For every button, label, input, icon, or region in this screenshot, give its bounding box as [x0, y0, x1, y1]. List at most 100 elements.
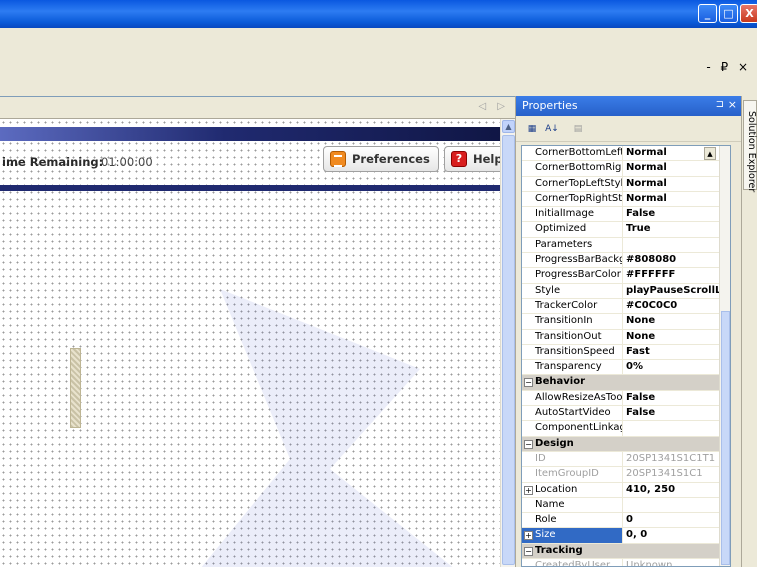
property-name: Parameters [522, 237, 623, 253]
property-value[interactable]: None [623, 314, 730, 328]
property-row[interactable]: + Size 0, 0 [522, 528, 730, 544]
property-row[interactable]: CreatedByUser Unknown [522, 559, 730, 566]
property-value[interactable]: False [623, 207, 730, 221]
property-row[interactable]: ProgressBarColor #FFFFFF [522, 268, 730, 284]
expand-icon[interactable]: + [524, 485, 533, 495]
property-name: CornerTopRightStyle [522, 191, 623, 207]
solution-explorer-tab[interactable]: Solution Explorer [743, 100, 757, 193]
categorized-icon[interactable]: ▦ [524, 121, 540, 137]
property-value[interactable]: Normal [623, 161, 730, 175]
property-value[interactable] [623, 498, 730, 512]
close-panel-icon[interactable]: × [728, 98, 737, 111]
property-row[interactable]: CornerBottomRightSNormal [522, 161, 730, 177]
property-grid: CornerBottomLeftStNormal▲CornerBottomRig… [521, 145, 731, 567]
property-value[interactable] [623, 238, 730, 252]
property-value[interactable]: Fast [623, 345, 730, 359]
property-name: TransitionSpeed [522, 344, 623, 360]
preferences-label: Preferences [352, 152, 430, 166]
property-value[interactable]: 0, 0 [623, 528, 730, 542]
property-value[interactable]: 20SP1341S1C1T1 [623, 452, 730, 466]
property-value[interactable]: #FFFFFF [623, 268, 730, 282]
time-remaining-label: ime Remaining: [2, 155, 104, 169]
player-header-bar [0, 127, 500, 141]
property-row[interactable]: Optimized True [522, 222, 730, 238]
property-row[interactable]: Name [522, 497, 730, 514]
close-button[interactable]: X [740, 4, 757, 23]
property-name: Role [522, 513, 623, 528]
property-row[interactable]: ComponentLinkage [522, 421, 730, 437]
property-row[interactable]: TrackerColor #C0C0C0 [522, 298, 730, 315]
time-remaining-value: 01:00:00 [101, 155, 153, 169]
property-value[interactable]: #808080 [623, 253, 730, 267]
expand-icon[interactable]: + [524, 531, 533, 541]
mdi-window-controls[interactable]: - ₽ × [706, 60, 751, 74]
property-value[interactable]: False [623, 391, 730, 405]
property-category[interactable]: − Design [522, 436, 730, 452]
help-label: Help [473, 152, 500, 166]
title-bar: _ □ X [0, 0, 757, 28]
property-category[interactable]: − Tracking [522, 543, 730, 560]
collapse-icon[interactable]: − [524, 378, 533, 388]
collapse-icon[interactable]: − [524, 546, 533, 556]
property-row[interactable]: ID 20SP1341S1C1T1 [522, 451, 730, 468]
property-category[interactable]: − Behavior [522, 375, 730, 391]
pin-icon[interactable]: ⊐ [716, 99, 724, 110]
property-name: Optimized [522, 222, 623, 237]
property-row[interactable]: + Location 410, 250 [522, 482, 730, 498]
document-scrollbar[interactable]: ▲ [500, 119, 515, 567]
designer-document: ◁ ▷ ime Remaining: 01:00:00 Preferences … [0, 96, 515, 567]
property-row[interactable]: InitialImage False [522, 207, 730, 223]
scroll-up-arrow-icon[interactable]: ▲ [502, 120, 515, 133]
property-row[interactable]: AllowResizeAsTool False [522, 390, 730, 407]
property-row[interactable]: Parameters [522, 237, 730, 254]
property-value[interactable]: #C0C0C0 [623, 299, 730, 313]
property-name: ComponentLinkage [522, 421, 623, 436]
property-value[interactable]: 410, 250 [623, 483, 730, 497]
property-scroll-thumb[interactable] [721, 311, 730, 565]
property-row[interactable]: CornerTopLeftStyle Normal [522, 176, 730, 192]
property-value[interactable]: 20SP1341S1C1 [623, 467, 730, 481]
property-row[interactable]: CornerBottomLeftStNormal▲ [522, 146, 730, 162]
property-row[interactable]: ProgressBarBackgro#808080 [522, 253, 730, 269]
preferences-button[interactable]: Preferences [323, 146, 439, 172]
property-value[interactable]: Unknown [623, 559, 730, 566]
property-row[interactable]: CornerTopRightStyleNormal [522, 191, 730, 208]
properties-toolbar: ▦ A↓ ▤ [516, 116, 742, 142]
property-grid-scrollbar[interactable] [719, 146, 730, 566]
property-row[interactable]: TransitionIn None [522, 314, 730, 330]
minimize-button[interactable]: _ [698, 4, 717, 23]
property-row[interactable]: TransitionSpeed Fast [522, 344, 730, 361]
watermark-arrow-graphic [201, 289, 453, 567]
tab-scroll-arrows[interactable]: ◁ ▷ [478, 101, 509, 112]
help-button[interactable]: ? Help [444, 146, 500, 172]
alphabetical-sort-icon[interactable]: A↓ [544, 121, 560, 137]
property-row[interactable]: AutoStartVideo False [522, 406, 730, 422]
property-value[interactable] [623, 421, 730, 435]
property-value[interactable]: 0 [623, 513, 730, 527]
property-row[interactable]: Transparency 0% [522, 360, 730, 376]
property-value[interactable]: True [623, 222, 730, 236]
tracker-component[interactable] [70, 348, 81, 428]
property-value[interactable]: Normal [623, 192, 730, 206]
property-name: ItemGroupID [522, 467, 623, 482]
property-name: Size [522, 528, 623, 543]
collapse-icon[interactable]: − [524, 439, 533, 449]
property-value[interactable]: 0% [623, 360, 730, 374]
property-row[interactable]: ItemGroupID 20SP1341S1C1 [522, 467, 730, 483]
property-pages-icon[interactable]: ▤ [570, 121, 586, 137]
property-row[interactable]: Style playPauseScrollLarg [522, 283, 730, 299]
player-divider-bar [0, 185, 500, 191]
scroll-thumb[interactable] [502, 135, 515, 565]
property-value[interactable]: None [623, 330, 730, 344]
property-value[interactable]: Normal [623, 177, 730, 191]
solution-explorer-label: Solution Explorer [746, 111, 757, 193]
property-row[interactable]: Role 0 [522, 513, 730, 529]
property-value[interactable]: False [623, 406, 730, 420]
property-value[interactable]: playPauseScrollLarg [623, 284, 730, 298]
design-canvas[interactable]: ime Remaining: 01:00:00 Preferences ? He… [0, 119, 500, 567]
maximize-button[interactable]: □ [719, 4, 738, 23]
properties-title: Properties [522, 99, 578, 112]
property-name: ProgressBarBackgro [522, 253, 623, 268]
dropdown-arrow-icon[interactable]: ▲ [704, 147, 716, 160]
property-row[interactable]: TransitionOut None [522, 329, 730, 345]
